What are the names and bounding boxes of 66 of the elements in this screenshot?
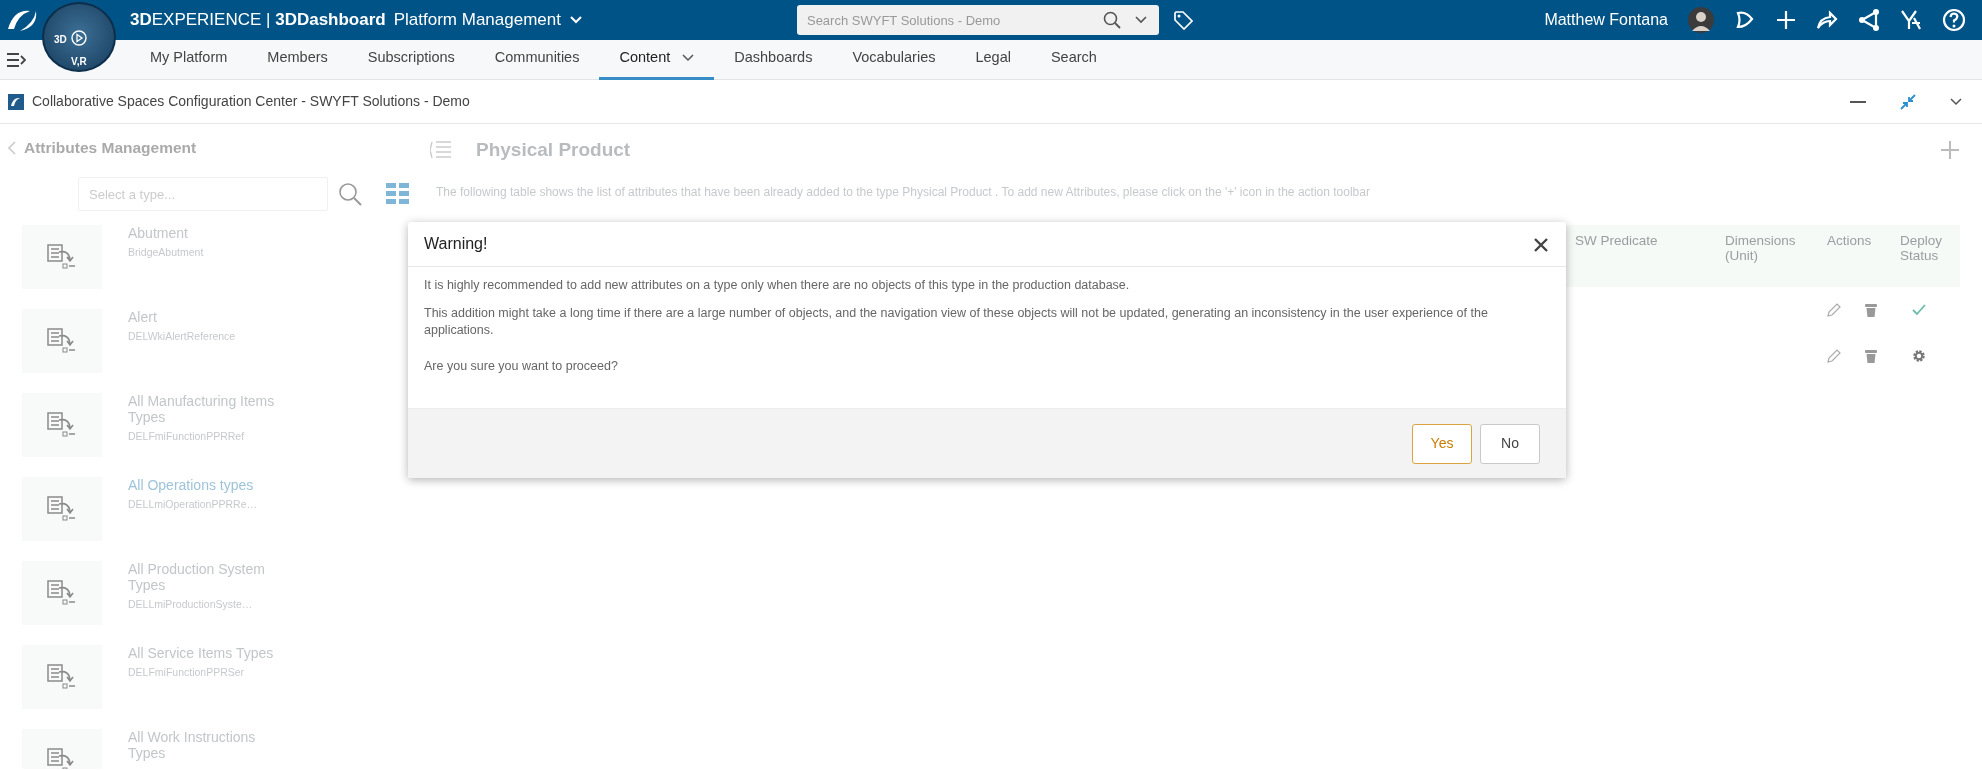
trash-icon[interactable] xyxy=(1865,348,1877,363)
dialog-message: It is highly recommended to add new attributes on a type only when there are no objects of this type in the production database. xyxy=(424,277,1131,294)
grid-view-icon[interactable] xyxy=(386,183,410,206)
type-tile[interactable] xyxy=(22,309,102,374)
nav-tab[interactable]: Subscriptions xyxy=(347,39,475,80)
search-icon[interactable] xyxy=(338,182,362,207)
table-arrow-icon xyxy=(47,244,77,271)
widget-title: Collaborative Spaces Configuration Center - SWYFT Solutions - Demo xyxy=(32,92,470,111)
type-id: DELWkiAlertReference xyxy=(128,329,237,345)
column-header: Dimensions (Unit) xyxy=(1725,224,1827,287)
table-arrow-icon xyxy=(47,748,77,769)
type-tile[interactable] xyxy=(22,477,102,542)
table-arrow-icon xyxy=(47,664,77,691)
close-icon xyxy=(1534,237,1548,252)
compass-y-icon[interactable] xyxy=(1900,9,1922,31)
compass-label: 3D xyxy=(54,33,67,47)
dialog-button[interactable]: No xyxy=(1480,423,1540,464)
chevron-down-icon[interactable] xyxy=(1950,97,1962,106)
speech-bubble-icon[interactable] xyxy=(1734,9,1756,31)
user-name[interactable]: Matthew Fontana xyxy=(1544,8,1668,32)
column-header: Deploy Status xyxy=(1900,224,1960,287)
nav-tab[interactable]: Content xyxy=(599,39,715,80)
nav-tab[interactable]: My Platform xyxy=(130,39,248,80)
search-field[interactable]: Search SWYFT Solutions - Demo xyxy=(796,5,1159,35)
page-title: Physical Product xyxy=(476,138,631,162)
app-title: Platform Management xyxy=(393,9,561,32)
dialog-message: This addition might take a long time if there are a large number of objects, and the navigation view of these objects will not be updated, generating an inconsistency in the user experience of the applications. xyxy=(424,304,1489,339)
table-arrow-icon xyxy=(47,496,77,523)
help-icon[interactable] xyxy=(1942,8,1966,32)
dialog-message: Are you sure you want to proceed? xyxy=(424,357,619,375)
nav-tab[interactable]: Communities xyxy=(474,39,600,80)
pencil-icon[interactable] xyxy=(1827,348,1841,363)
column-header: Actions xyxy=(1827,224,1900,287)
nav-tab[interactable]: Legal xyxy=(955,39,1031,80)
collapse-icon[interactable] xyxy=(1900,93,1916,110)
nav-tab[interactable]: Search xyxy=(1030,39,1117,80)
compass-label: V,R xyxy=(71,55,87,69)
pencil-icon[interactable] xyxy=(1827,302,1841,317)
type-tile[interactable] xyxy=(22,393,102,458)
avatar-icon[interactable] xyxy=(1688,7,1714,33)
type-id: DELFmiFunctionPPRRef xyxy=(128,429,246,445)
type-id: BridgeAbutment xyxy=(128,245,205,261)
dialog-title: Warning! xyxy=(424,234,488,254)
nav-tab[interactable]: Vocabularies xyxy=(832,39,956,80)
column-header: SW Predicate xyxy=(1565,224,1725,287)
type-id: DELFmiFunctionPPRSer xyxy=(128,665,246,681)
share-icon[interactable] xyxy=(1816,10,1838,30)
table-arrow-icon xyxy=(47,580,77,607)
type-id: DELLmiOperationPPRRe… xyxy=(128,497,258,513)
type-tile[interactable] xyxy=(22,225,102,290)
nav-tab[interactable]: Dashboards xyxy=(714,39,833,80)
table-arrow-icon xyxy=(47,328,77,355)
type-tile[interactable] xyxy=(22,561,102,626)
tag-icon[interactable] xyxy=(1172,10,1193,30)
type-tile[interactable] xyxy=(22,645,102,710)
ds-logo-icon xyxy=(8,93,24,110)
app-brand: 3DEXPERIENCE | 3DDashboard xyxy=(130,9,386,32)
chevron-down-icon[interactable] xyxy=(1134,16,1147,24)
network-icon[interactable] xyxy=(1858,9,1880,31)
nav-tab[interactable]: Members xyxy=(247,39,348,80)
trash-icon[interactable] xyxy=(1865,302,1877,317)
menu-icon[interactable] xyxy=(6,52,26,68)
search-icon[interactable] xyxy=(1102,11,1121,29)
table-arrow-icon xyxy=(47,412,77,439)
play-icon xyxy=(71,30,87,46)
type-id: DELLmiProductionSyste… xyxy=(128,597,254,613)
